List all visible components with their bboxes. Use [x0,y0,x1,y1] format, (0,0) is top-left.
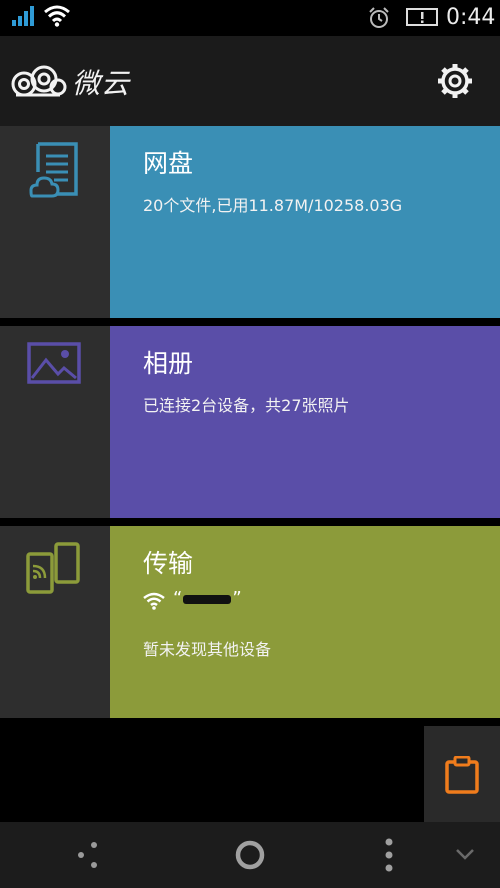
share-icon[interactable] [76,840,102,870]
netdisk-card[interactable]: 网盘 20个文件,已用11.87M/10258.03G [0,126,500,318]
netdisk-panel[interactable]: 网盘 20个文件,已用11.87M/10258.03G [110,126,500,318]
transfer-status: 暂未发现其他设备 [143,640,272,659]
status-time: 0:44 [446,5,496,30]
transfer-panel[interactable]: 传输 “” 暂未发现其他设备 [110,526,500,718]
netdisk-title: 网盘 [143,149,194,178]
ssid-redacted [183,594,232,604]
signal-icon [12,6,34,26]
app-header: 微云 [0,36,500,126]
devices-transfer-icon [26,542,80,594]
cloud-logo-icon [11,65,67,97]
album-panel[interactable]: 相册 已连接2台设备，共27张照片 [110,326,500,518]
document-cloud-icon [29,142,78,198]
netdisk-usage: 20个文件,已用11.87M/10258.03G [143,196,403,215]
album-card[interactable]: 相册 已连接2台设备，共27张照片 [0,326,500,518]
notification-icon [406,8,438,26]
album-title: 相册 [143,349,194,378]
settings-gear-icon[interactable] [432,58,478,104]
alarm-icon [369,7,389,28]
chevron-down-icon[interactable] [454,846,476,862]
transfer-card[interactable]: 传输 “” 暂未发现其他设备 [0,526,500,718]
status-bar: 0:44 [0,0,500,36]
album-icon-panel [0,326,110,518]
system-nav-bar [0,822,500,888]
clipboard-button[interactable] [424,726,500,822]
netdisk-icon-panel [0,126,110,318]
menu-dots-icon[interactable] [380,838,398,872]
wifi-small-icon [143,592,165,610]
picture-icon [27,342,81,384]
clipboard-icon [445,756,479,794]
wifi-ssid: “” [173,588,242,609]
home-circle-icon[interactable] [234,839,266,871]
transfer-title: 传输 [143,549,194,578]
app-logo-text: 微云 [72,67,131,100]
album-status: 已连接2台设备，共27张照片 [143,396,350,415]
wifi-icon [44,5,70,27]
transfer-icon-panel [0,526,110,718]
